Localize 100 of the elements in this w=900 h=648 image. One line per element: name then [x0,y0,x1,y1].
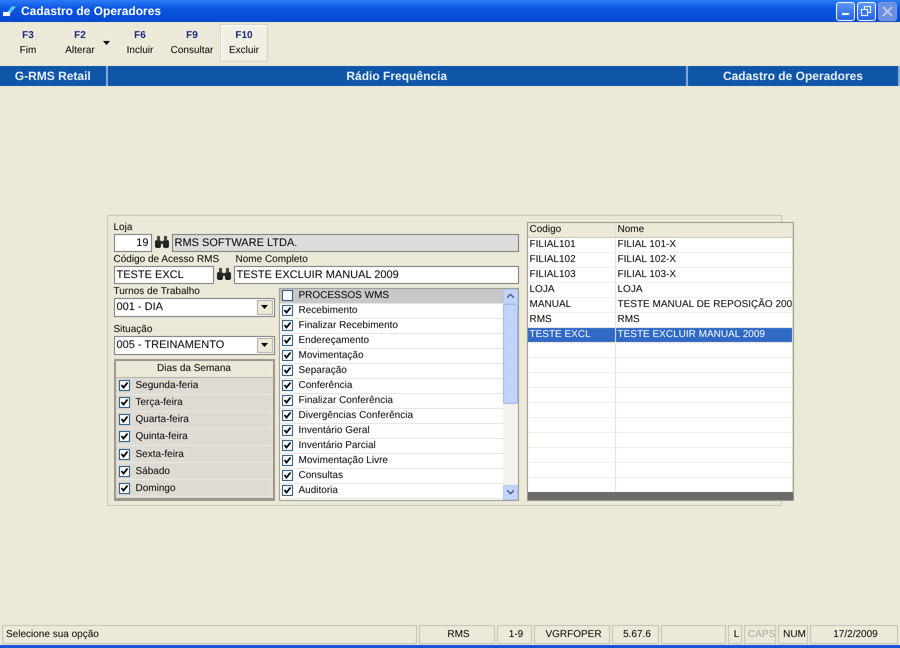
binoculars-icon[interactable] [154,236,170,249]
toolbar-button[interactable]: F2 Alterar [56,24,112,62]
scroll-up-icon [506,294,514,298]
field-label: Turnos de Trabalho [114,286,201,298]
caret-icon [261,343,268,347]
status-panel: NUM [778,625,808,644]
checkbox[interactable] [282,470,292,481]
checkbox[interactable] [282,320,292,331]
shift-dropdown[interactable]: 001 - DIA [114,298,274,316]
table-cell: FILIAL 103-X [616,268,794,282]
table-cell: RMS [528,312,616,326]
store-name-field: RMS SOFTWARE LTDA. [172,234,518,252]
status-panel: L [728,625,742,644]
list-item: Movimentação Livre [298,455,388,466]
checkbox-label: Sexta-feira [136,448,184,460]
checkbox[interactable] [282,395,292,406]
status-panel: 1-9 [497,625,532,644]
list-header: PROCESSOS WMS [298,290,390,301]
checkbox[interactable] [118,448,130,460]
table-cell: FILIAL101 [528,238,616,252]
list-item: Consultas [298,470,343,481]
checkbox[interactable] [118,466,130,477]
toolbar-button[interactable]: F3 Fim [4,24,52,62]
app-icon [3,5,17,17]
checkbox[interactable] [118,380,130,392]
checkbox[interactable] [282,365,292,376]
list-item: Finalizar Conferência [298,395,393,406]
table-cell: FILIAL103 [528,268,616,282]
column-header[interactable]: Codigo [528,222,616,236]
restore-icon [861,6,872,16]
checkbox-label: Terça-feira [136,397,183,408]
checkbox[interactable] [118,431,130,442]
table-row[interactable]: FILIAL102 FILIAL 102-X [528,252,794,268]
toolbar-button[interactable]: F9 Consultar [168,24,216,62]
panel-title: Dias da Semana [116,360,272,378]
table-cell: TESTE EXCL [528,328,616,342]
store-code-field[interactable]: 19 [114,234,152,252]
dropdown-caret-icon [103,41,110,45]
list-item: Conferência [298,380,352,391]
status-panel: CAPS [744,625,776,644]
table-cell: MANUAL [528,298,616,312]
field-label: Nome Completo [236,254,308,266]
checkbox[interactable] [282,485,292,496]
toolbar-button[interactable]: F10 Excluir [220,24,268,62]
toolbar-button[interactable]: F6 Incluir [116,24,164,62]
status-dropdown[interactable]: 005 - TREINAMENTO [114,336,274,354]
checkbox[interactable] [118,482,130,494]
table-cell: LOJA [616,282,794,296]
table-cell: FILIAL102 [528,252,616,266]
checkbox[interactable] [282,305,292,316]
checkbox[interactable] [282,455,292,466]
list-item: Auditoria [298,485,338,496]
status-panel: 5.67.6 [612,625,659,644]
checkbox-label: Sábado [136,466,170,477]
caret-icon [261,305,268,309]
status-panel [661,625,726,644]
checkbox[interactable] [282,410,292,421]
status-panel: RMS [419,625,495,644]
table-cell: LOJA [528,282,616,296]
list-item: Divergências Conferência [298,410,414,421]
minimize-button[interactable] [836,2,855,20]
table-cell: RMS [616,312,794,326]
table-row[interactable]: MANUAL TESTE MANUAL DE REPOSIÇÃO 200 [528,298,794,312]
checkbox-label: Segunda-feria [136,380,198,392]
checkbox[interactable] [282,350,292,361]
restore-button[interactable] [857,2,876,20]
table-row[interactable]: LOJA LOJA [528,282,794,298]
table-cell: FILIAL 101-X [616,238,794,252]
list-item: Inventário Parcial [298,440,376,451]
checkbox[interactable] [282,380,292,391]
access-code-field[interactable]: TESTE EXCL [114,266,214,284]
table-row[interactable]: RMS RMS [528,312,794,328]
checkbox[interactable] [118,397,130,408]
checkbox[interactable] [282,290,292,301]
list-item: Recebimento [298,305,358,316]
list-item: Endereçamento [298,335,370,346]
table-row[interactable]: FILIAL103 FILIAL 103-X [528,268,794,282]
table-row[interactable]: FILIAL101 FILIAL 101-X [528,238,794,252]
table-row[interactable]: TESTE EXCL TESTE EXCLUIR MANUAL 2009 [528,328,794,342]
table-cell: TESTE MANUAL DE REPOSIÇÃO 200 [616,298,794,312]
status-panel: Selecione sua opção [2,625,417,644]
checkbox[interactable] [118,414,130,426]
checkbox[interactable] [282,440,292,451]
checkbox-label: Quarta-feira [136,414,189,426]
header-title: G-RMS Retail [0,66,108,86]
full-name-field[interactable]: TESTE EXCLUIR MANUAL 2009 [234,266,518,284]
window-title: Cadastro de Operadores [21,4,162,18]
field-label: Código de Acesso RMS [114,254,220,266]
column-header[interactable]: Nome [616,222,794,236]
checkbox-label: Domingo [136,482,176,494]
header-title: Rádio Frequência [108,66,688,86]
list-item: Inventário Geral [298,425,370,436]
scroll-down-icon [506,490,514,494]
checkbox[interactable] [282,425,292,436]
field-label: Loja [114,222,134,234]
scrollbar[interactable] [502,288,518,500]
status-panel: VGRFOPER [534,625,610,644]
checkbox[interactable] [282,335,292,346]
list-item: Finalizar Recebimento [298,320,398,331]
binoculars-icon[interactable] [216,268,232,281]
